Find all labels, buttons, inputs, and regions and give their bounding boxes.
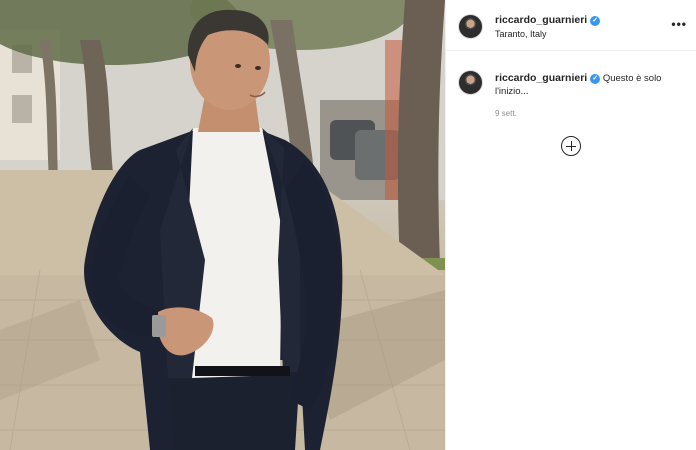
post-location[interactable]: Taranto, Italy bbox=[495, 29, 547, 39]
caption-avatar[interactable] bbox=[458, 70, 483, 95]
verified-badge-icon: ✓ bbox=[590, 74, 601, 84]
caption-username[interactable]: riccardo_guarnieri bbox=[495, 72, 587, 84]
verified-badge-icon: ✓ bbox=[590, 16, 601, 26]
photo-illustration bbox=[0, 0, 445, 450]
post-header: riccardo_guarnieri ✓ Taranto, Italy ••• bbox=[446, 0, 696, 51]
author-username-text[interactable]: riccardo_guarnieri bbox=[495, 14, 587, 26]
instagram-post: riccardo_guarnieri ✓ Taranto, Italy ••• r… bbox=[0, 0, 696, 450]
post-side-panel: riccardo_guarnieri ✓ Taranto, Italy ••• r… bbox=[445, 0, 696, 450]
more-options-icon[interactable]: ••• bbox=[671, 17, 687, 31]
plus-circle-icon[interactable] bbox=[561, 136, 581, 156]
author-avatar[interactable] bbox=[458, 14, 483, 39]
author-username[interactable]: riccardo_guarnieri ✓ bbox=[495, 14, 601, 26]
caption-text: riccardo_guarnieri ✓ Questo è solo l'iniz… bbox=[495, 72, 675, 98]
post-photo[interactable] bbox=[0, 0, 445, 450]
post-date[interactable]: 9 sett. bbox=[495, 109, 517, 118]
